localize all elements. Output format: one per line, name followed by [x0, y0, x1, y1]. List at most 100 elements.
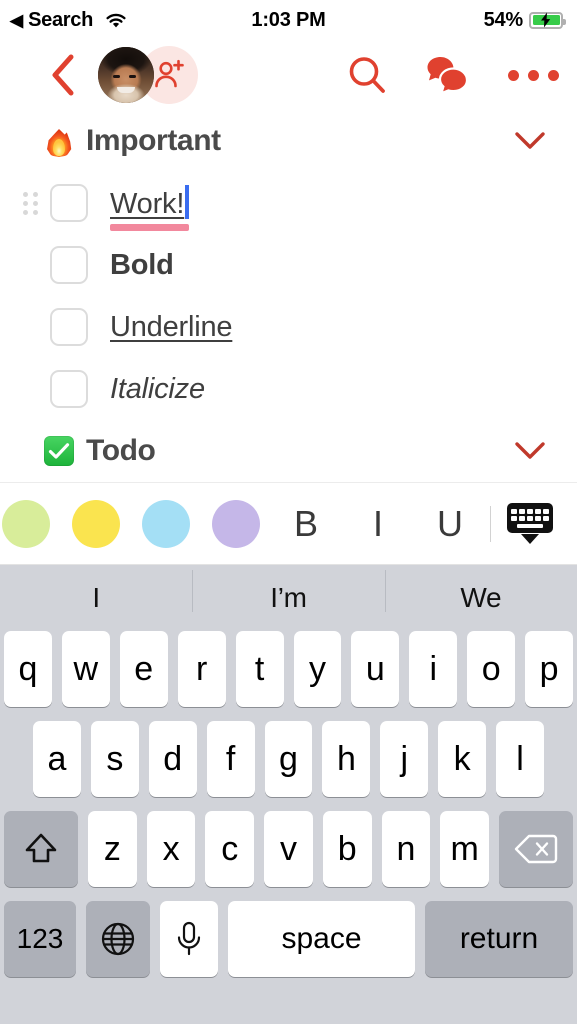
hide-keyboard-button[interactable] — [503, 503, 557, 544]
battery-percent: 54% — [483, 8, 524, 31]
chat-bubbles-icon — [427, 57, 469, 95]
key-q[interactable]: q — [3, 631, 52, 707]
todo-label[interactable]: Italicize — [110, 373, 205, 406]
underline-button[interactable]: U — [414, 503, 486, 545]
keyboard-row-4: 123 space return — [0, 901, 577, 977]
todo-label[interactable]: Underline — [110, 311, 233, 344]
search-button[interactable] — [346, 54, 388, 96]
key-z[interactable]: z — [87, 811, 137, 887]
globe-key[interactable] — [86, 901, 150, 977]
more-dot-3 — [548, 69, 559, 81]
more-dot-2 — [528, 69, 539, 81]
prediction-1[interactable]: I — [0, 582, 192, 614]
charging-bolt-icon — [541, 12, 551, 28]
person-add-icon — [155, 59, 184, 88]
key-a[interactable]: a — [33, 721, 81, 797]
highlight-swatches — [2, 499, 260, 548]
key-g[interactable]: g — [264, 721, 313, 797]
prediction-2[interactable]: I’m — [192, 570, 384, 614]
backspace-key[interactable] — [499, 811, 574, 887]
highlight-yellow-swatch[interactable] — [72, 499, 120, 548]
battery-charging-icon — [529, 11, 566, 29]
key-j[interactable]: j — [380, 721, 429, 797]
prediction-3[interactable]: We — [384, 570, 577, 614]
italic-button[interactable]: I — [342, 503, 414, 545]
globe-icon — [101, 922, 135, 956]
on-screen-keyboard: I I’m We q w e r t y u i o p a s d f g h… — [0, 565, 577, 1024]
highlight-purple-swatch[interactable] — [212, 499, 260, 548]
key-o[interactable]: o — [467, 631, 516, 707]
todo-checkbox[interactable] — [50, 308, 88, 346]
key-y[interactable]: y — [293, 631, 342, 707]
toolbar-divider — [490, 505, 491, 542]
key-c[interactable]: c — [205, 811, 255, 887]
hide-keyboard-arrow-icon — [521, 534, 539, 544]
fire-emoji-icon — [44, 125, 74, 157]
text-cursor — [185, 185, 190, 219]
todo-row[interactable]: Work! — [0, 172, 577, 234]
key-w[interactable]: w — [61, 631, 110, 707]
key-e[interactable]: e — [119, 631, 168, 707]
section-collapse-chevron-down-icon[interactable] — [505, 122, 555, 160]
back-button[interactable] — [48, 52, 78, 98]
numbers-key[interactable]: 123 — [4, 901, 76, 977]
format-toolbar: B I U — [0, 483, 577, 565]
key-d[interactable]: d — [148, 721, 197, 797]
hide-keyboard-icon — [507, 503, 553, 533]
nav-bar — [0, 40, 577, 110]
todo-checkbox[interactable] — [50, 370, 88, 408]
key-x[interactable]: x — [146, 811, 196, 887]
section-header-todo[interactable]: Todo — [0, 420, 577, 482]
chevron-left-icon — [52, 54, 74, 96]
key-i[interactable]: i — [409, 631, 458, 707]
key-v[interactable]: v — [264, 811, 313, 887]
key-b[interactable]: b — [322, 811, 372, 887]
microphone-icon — [177, 921, 201, 956]
todo-checkbox[interactable] — [50, 246, 88, 284]
key-l[interactable]: l — [496, 721, 545, 797]
todo-label[interactable]: Work! — [110, 185, 190, 231]
keyboard-row-3: z x c v b n m — [0, 811, 577, 887]
format-buttons: B I U — [270, 503, 557, 545]
collaborators-group — [98, 46, 198, 104]
chat-button[interactable] — [426, 55, 470, 95]
search-icon — [349, 57, 385, 93]
key-n[interactable]: n — [381, 811, 431, 887]
todo-row[interactable]: Italicize — [0, 358, 577, 420]
todo-label[interactable]: Bold — [110, 249, 174, 282]
key-m[interactable]: m — [440, 811, 490, 887]
space-key[interactable]: space — [228, 901, 415, 977]
prediction-bar: I I’m We — [0, 565, 577, 631]
section-collapse-chevron-down-icon[interactable] — [505, 432, 555, 470]
key-f[interactable]: f — [206, 721, 255, 797]
check-mark-emoji-icon — [44, 436, 74, 466]
key-u[interactable]: u — [351, 631, 400, 707]
key-t[interactable]: t — [235, 631, 284, 707]
section-header-important[interactable]: Important — [0, 110, 577, 172]
drag-handle-icon[interactable] — [18, 191, 42, 215]
key-p[interactable]: p — [525, 631, 574, 707]
status-bar: ◀ Search 1:03 PM 54% — [0, 0, 577, 40]
bold-button[interactable]: B — [270, 503, 342, 545]
key-s[interactable]: s — [90, 721, 139, 797]
todo-checkbox[interactable] — [50, 184, 88, 222]
return-key[interactable]: return — [425, 901, 573, 977]
shift-key[interactable] — [3, 811, 78, 887]
more-dot-1 — [508, 69, 519, 81]
todo-row[interactable]: Underline — [0, 296, 577, 358]
key-k[interactable]: k — [438, 721, 487, 797]
keyboard-row-1: q w e r t y u i o p — [0, 631, 577, 707]
more-button[interactable] — [508, 69, 559, 81]
keyboard-row-2: a s d f g h j k l — [0, 721, 577, 797]
key-r[interactable]: r — [177, 631, 226, 707]
todo-row[interactable]: Bold — [0, 234, 577, 296]
highlight-green-swatch[interactable] — [2, 499, 50, 548]
nav-actions — [346, 54, 559, 96]
key-h[interactable]: h — [322, 721, 371, 797]
microphone-key[interactable] — [160, 901, 218, 977]
todo-label-text: Work! — [110, 188, 185, 220]
highlight-blue-swatch[interactable] — [142, 499, 190, 548]
section-title: Important — [86, 124, 221, 157]
avatar[interactable] — [98, 47, 154, 103]
section-title: Todo — [86, 434, 156, 467]
